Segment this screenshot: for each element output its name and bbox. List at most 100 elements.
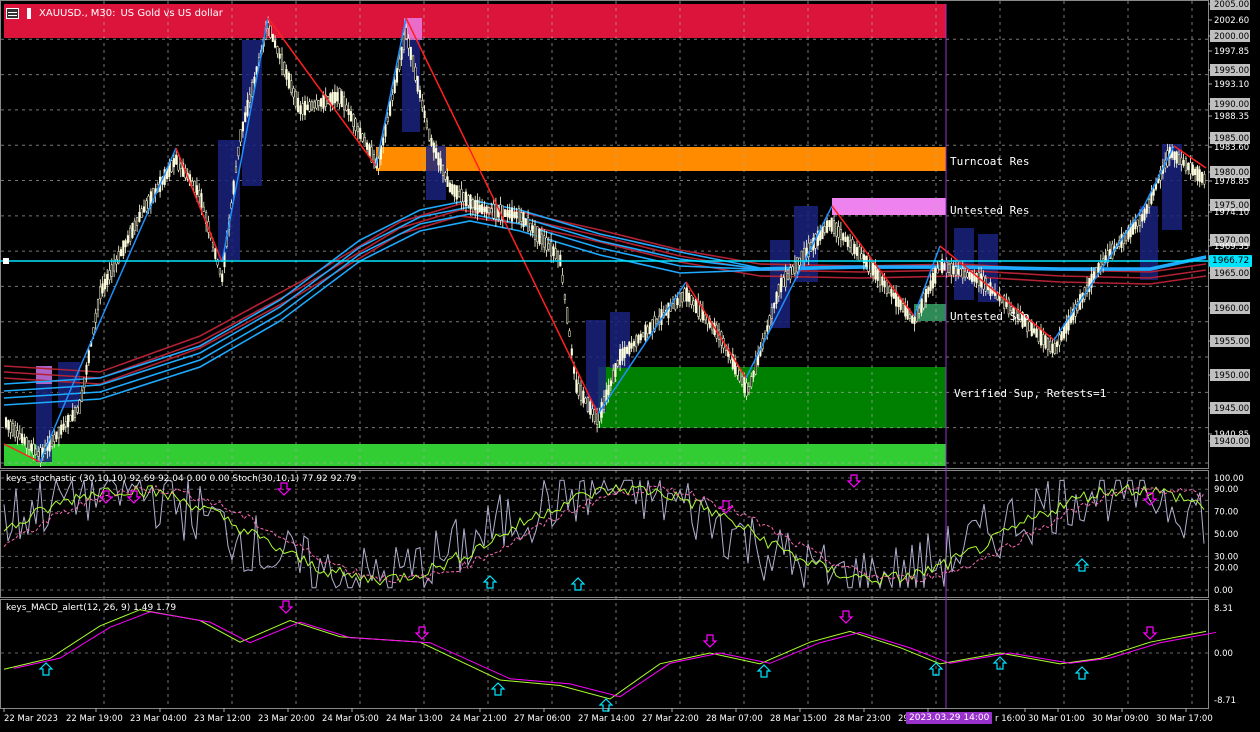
candle-body <box>642 332 645 338</box>
candle-body <box>248 94 251 103</box>
candle-body <box>591 408 594 415</box>
candle-body <box>9 421 12 433</box>
candle-body <box>333 91 336 104</box>
candle-body <box>483 207 486 212</box>
candle-body <box>577 383 580 396</box>
candle-body <box>251 82 254 97</box>
candle-body <box>823 226 826 233</box>
macd-level-label: 0.00 <box>1214 649 1233 659</box>
candle-body <box>202 206 205 212</box>
candle-body <box>826 220 829 233</box>
candle-body <box>908 314 911 319</box>
arrow-down-icon <box>838 610 854 624</box>
candle-body <box>345 104 348 111</box>
candle-body <box>566 307 569 324</box>
candle-body <box>842 233 845 241</box>
candle-body <box>1039 329 1043 346</box>
time-label: 23 Mar 04:00 <box>130 714 187 724</box>
price-tick-label: 1978.85 <box>1214 177 1249 187</box>
candle-body <box>391 94 394 101</box>
candle-body <box>899 299 902 310</box>
candle-body <box>471 199 474 209</box>
candle-body <box>439 158 442 171</box>
candle-body <box>11 423 14 436</box>
candle-body <box>1136 219 1139 227</box>
arrow-up-icon <box>1074 558 1090 572</box>
candle-body <box>623 347 626 359</box>
candle-body <box>644 324 647 341</box>
candle-body <box>474 200 477 211</box>
candle-body <box>1005 301 1008 307</box>
time-label: 27 Mar 14:00 <box>578 714 635 724</box>
candle-body <box>458 190 461 198</box>
candle-body <box>1046 338 1049 350</box>
candle-body <box>954 266 957 276</box>
candle-body <box>1028 321 1031 332</box>
candle-body <box>96 299 100 311</box>
candle-body <box>453 184 456 197</box>
menu-icon[interactable] <box>6 7 19 19</box>
candle-body <box>513 211 516 218</box>
candle-body <box>888 286 891 294</box>
candle-body <box>1035 328 1038 338</box>
candle-body <box>382 137 385 146</box>
macd-sell-arrow <box>278 600 294 614</box>
chart-window[interactable]: 2005.00 2002.60 2000.00 1997.85 1995.00 1993.… <box>0 0 1260 728</box>
candle-body <box>55 431 58 440</box>
candle-body <box>625 346 629 354</box>
candle-body <box>398 58 401 70</box>
candle-body <box>27 440 31 450</box>
price-tick-label: 2000.00 <box>1214 32 1249 42</box>
time-label: 22 Mar 2023 <box>4 714 58 724</box>
candle-body <box>683 288 686 302</box>
candle-body <box>425 120 428 129</box>
candle-body <box>310 101 313 111</box>
candle-body <box>584 397 587 404</box>
candle-body <box>1203 173 1206 185</box>
candle-body <box>552 246 555 256</box>
candle-body <box>94 312 97 323</box>
arrow-up-icon <box>756 664 772 678</box>
candle-body <box>407 38 410 49</box>
candle-body <box>1088 277 1091 292</box>
verified-support-zone <box>598 367 946 428</box>
candle-body <box>299 105 302 115</box>
candle-body <box>232 180 235 195</box>
candle-body <box>283 61 286 75</box>
candle-body <box>506 210 509 217</box>
candle-body <box>556 250 560 262</box>
candle-body <box>918 307 921 314</box>
stoch-level-label: 90.00 <box>1214 485 1238 495</box>
arrow-up-icon <box>598 698 614 712</box>
candle-body <box>867 255 870 272</box>
candle-body <box>1030 321 1033 336</box>
candle-body <box>145 200 148 212</box>
candle-body <box>957 268 960 275</box>
candle-body <box>71 410 74 421</box>
candle-body <box>784 271 787 288</box>
price-tick-label: 1997.85 <box>1214 47 1249 57</box>
candle-body <box>67 415 70 428</box>
time-label: 28 Mar 07:00 <box>706 714 763 724</box>
candle-body <box>874 264 877 280</box>
candle-body <box>828 220 831 228</box>
candle-body <box>285 69 288 80</box>
candle-body <box>586 397 589 412</box>
macd-buy-arrow <box>1074 666 1090 680</box>
candle-body <box>1056 341 1059 347</box>
symbol-name: XAUUSD. <box>39 7 85 19</box>
candle-body <box>405 27 408 40</box>
candle-body <box>545 237 548 251</box>
candle-body <box>481 204 484 215</box>
candle-body <box>122 240 125 257</box>
candle-body <box>1037 328 1040 342</box>
candle-body <box>752 370 755 378</box>
candle-body <box>62 423 65 430</box>
candle-body <box>297 97 300 112</box>
chart-canvas[interactable]: 2005.00 2002.60 2000.00 1997.85 1995.00 1993.… <box>0 0 1260 728</box>
candle-body <box>938 261 941 270</box>
stoch-buy-arrow <box>570 577 586 591</box>
candle-body <box>1042 334 1045 346</box>
candle-body <box>402 34 405 50</box>
candle-body <box>780 277 783 293</box>
